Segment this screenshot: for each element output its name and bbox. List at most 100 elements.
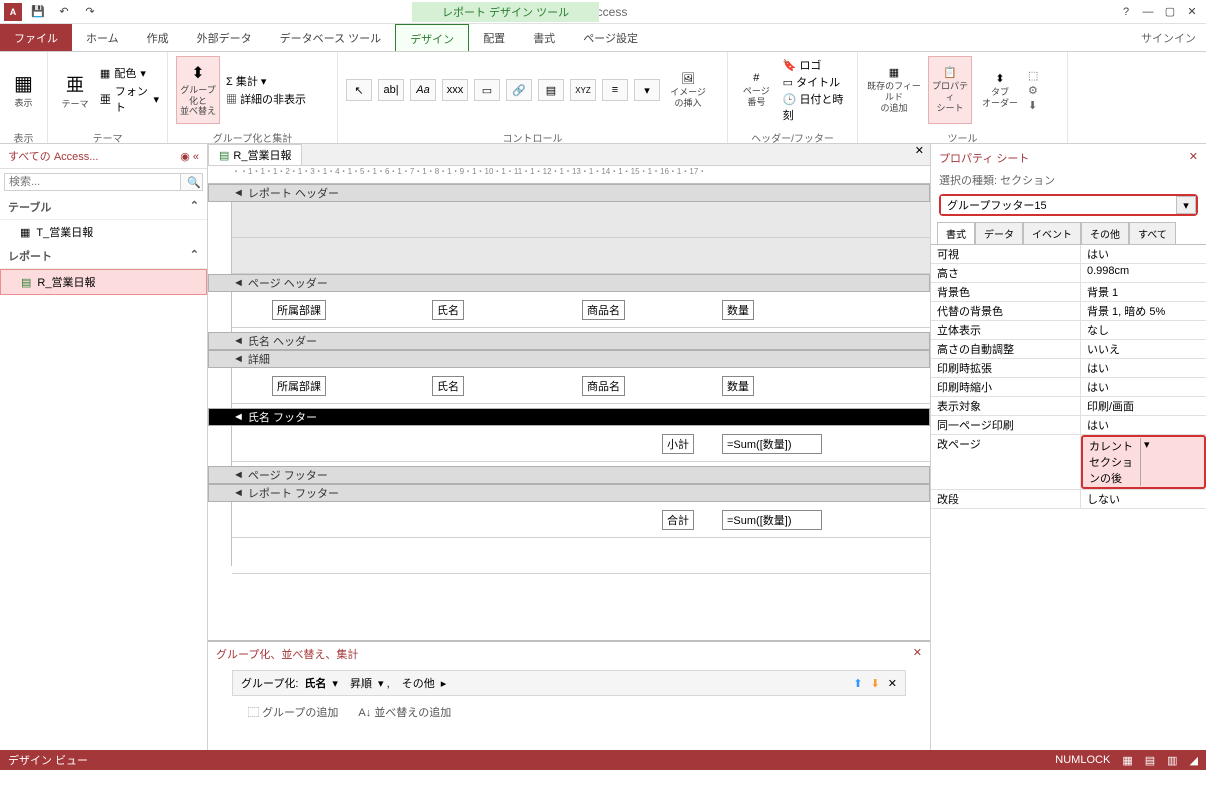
view-print-icon[interactable]: ▤ bbox=[1145, 754, 1155, 767]
convert-icon[interactable]: ⬇ bbox=[1028, 99, 1038, 112]
prop-tab-other[interactable]: その他 bbox=[1081, 222, 1129, 244]
detail-name[interactable]: 氏名 bbox=[432, 376, 464, 396]
property-row[interactable]: 同一ページ印刷はい bbox=[931, 416, 1206, 435]
combo-tool[interactable]: XYZ bbox=[570, 79, 596, 101]
totals-button[interactable]: Σ 集計 ▾ bbox=[226, 73, 306, 89]
list-tool[interactable]: ≡ bbox=[602, 79, 628, 101]
section-name-footer[interactable]: ◄ 氏名 フッター bbox=[208, 408, 930, 426]
field-name[interactable]: 氏名 bbox=[432, 300, 464, 320]
fonts-button[interactable]: 亜フォント ▾ bbox=[100, 83, 159, 115]
tab-external[interactable]: 外部データ bbox=[183, 24, 266, 51]
tab-home[interactable]: ホーム bbox=[72, 24, 133, 51]
property-object-input[interactable] bbox=[941, 196, 1176, 214]
nav-header[interactable]: すべての Access...◉ « bbox=[0, 144, 207, 169]
minimize-icon[interactable]: — bbox=[1138, 3, 1158, 21]
add-sort-button[interactable]: A↓ 並べ替えの追加 bbox=[358, 704, 451, 720]
report-design-surface[interactable]: ・・1・1・1・2・1・3・1・4・1・5・1・6・1・7・1・8・1・9・1・… bbox=[208, 166, 930, 640]
signin-link[interactable]: サインイン bbox=[1131, 24, 1206, 51]
nav-item-report[interactable]: ▤R_営業日報 bbox=[0, 269, 207, 295]
hide-details-button[interactable]: ▦ 詳細の非表示 bbox=[226, 91, 306, 107]
redo-icon[interactable]: ↷ bbox=[80, 3, 100, 21]
property-row[interactable]: 印刷時拡張はい bbox=[931, 359, 1206, 378]
section-report-header[interactable]: ◄ レポート ヘッダー bbox=[208, 184, 930, 202]
group-pane-close-icon[interactable]: ✕ bbox=[913, 646, 922, 662]
insert-image-button[interactable]: 🖼イメージ の挿入 bbox=[666, 56, 710, 124]
nav-group-tables[interactable]: テーブル⌃ bbox=[0, 195, 207, 220]
tab-file[interactable]: ファイル bbox=[0, 24, 72, 51]
search-input[interactable] bbox=[4, 173, 181, 191]
link-tool[interactable]: 🔗 bbox=[506, 79, 532, 101]
property-object-combo[interactable]: ▾ bbox=[939, 194, 1198, 216]
page-number-button[interactable]: #ページ 番号 bbox=[736, 56, 777, 124]
more-controls[interactable]: ▾ bbox=[634, 79, 660, 101]
nav-group-reports[interactable]: レポート⌃ bbox=[0, 244, 207, 269]
section-report-footer[interactable]: ◄ レポート フッター bbox=[208, 484, 930, 502]
expr-sum-total[interactable]: =Sum([数量]) bbox=[722, 510, 822, 530]
help-icon[interactable]: ? bbox=[1116, 3, 1136, 21]
tab-design[interactable]: デザイン bbox=[395, 24, 469, 51]
property-row[interactable]: 改段しない bbox=[931, 490, 1206, 509]
groupsort-button[interactable]: ⬍グループ化と 並べ替え bbox=[176, 56, 220, 124]
label-tool[interactable]: Aa bbox=[410, 79, 436, 101]
property-row[interactable]: 改ページカレント セクションの後▾ bbox=[931, 435, 1206, 490]
tab-dbtools[interactable]: データベース ツール bbox=[266, 24, 396, 51]
property-row[interactable]: 背景色背景 1 bbox=[931, 283, 1206, 302]
nav-item-table[interactable]: ▦T_営業日報 bbox=[0, 220, 207, 244]
detail-qty[interactable]: 数量 bbox=[722, 376, 754, 396]
move-down-icon[interactable]: ⬇ bbox=[871, 677, 880, 690]
save-icon[interactable]: 💾 bbox=[28, 3, 48, 21]
view-button[interactable]: ▦表示 bbox=[8, 56, 39, 124]
section-page-footer[interactable]: ◄ ページ フッター bbox=[208, 466, 930, 484]
document-tab[interactable]: ▤R_営業日報 bbox=[208, 144, 302, 165]
view-design-icon[interactable]: ◢ bbox=[1190, 754, 1198, 767]
button-tool[interactable]: xxx bbox=[442, 79, 468, 101]
textbox-tool[interactable]: ab| bbox=[378, 79, 404, 101]
datetime-button[interactable]: 🕒 日付と時刻 bbox=[783, 91, 849, 123]
field-qty[interactable]: 数量 bbox=[722, 300, 754, 320]
search-button[interactable]: 🔍 bbox=[181, 173, 203, 191]
tab-tool[interactable]: ▭ bbox=[474, 79, 500, 101]
property-close-icon[interactable]: ✕ bbox=[1189, 150, 1198, 166]
close-document-icon[interactable]: ✕ bbox=[909, 144, 930, 165]
detail-product[interactable]: 商品名 bbox=[582, 376, 625, 396]
maximize-icon[interactable]: ▢ bbox=[1160, 3, 1180, 21]
prop-tab-all[interactable]: すべて bbox=[1129, 222, 1176, 244]
property-row[interactable]: 高さ0.998cm bbox=[931, 264, 1206, 283]
add-fields-button[interactable]: ▦既存のフィールド の追加 bbox=[866, 56, 922, 124]
detail-dept[interactable]: 所属部課 bbox=[272, 376, 326, 396]
expr-sum-sub[interactable]: =Sum([数量]) bbox=[722, 434, 822, 454]
view-layout-icon[interactable]: ▥ bbox=[1167, 754, 1177, 767]
field-dept[interactable]: 所属部課 bbox=[272, 300, 326, 320]
nav-tool[interactable]: ▤ bbox=[538, 79, 564, 101]
property-row[interactable]: 代替の背景色背景 1, 暗め 5% bbox=[931, 302, 1206, 321]
tab-page[interactable]: ページ設定 bbox=[569, 24, 652, 51]
select-tool[interactable]: ↖ bbox=[346, 79, 372, 101]
label-total[interactable]: 合計 bbox=[662, 510, 694, 530]
property-row[interactable]: 可視はい bbox=[931, 245, 1206, 264]
subreport-icon[interactable]: ⬚ bbox=[1028, 69, 1038, 82]
section-detail[interactable]: ◄ 詳細 bbox=[208, 350, 930, 368]
undo-icon[interactable]: ↶ bbox=[54, 3, 74, 21]
property-row[interactable]: 立体表示なし bbox=[931, 321, 1206, 340]
field-product[interactable]: 商品名 bbox=[582, 300, 625, 320]
tab-order-button[interactable]: ⬍タブ オーダー bbox=[978, 56, 1022, 124]
prop-tab-data[interactable]: データ bbox=[975, 222, 1023, 244]
title-button[interactable]: ▭ タイトル bbox=[783, 74, 849, 90]
close-icon[interactable]: ✕ bbox=[1182, 3, 1202, 21]
logo-button[interactable]: 🔖 ロゴ bbox=[783, 57, 849, 73]
combo-dropdown-icon[interactable]: ▾ bbox=[1176, 196, 1196, 214]
section-name-header[interactable]: ◄ 氏名 ヘッダー bbox=[208, 332, 930, 350]
view-report-icon[interactable]: ▦ bbox=[1122, 754, 1132, 767]
section-page-header[interactable]: ◄ ページ ヘッダー bbox=[208, 274, 930, 292]
move-up-icon[interactable]: ⬆ bbox=[853, 677, 862, 690]
property-row[interactable]: 印刷時縮小はい bbox=[931, 378, 1206, 397]
tab-create[interactable]: 作成 bbox=[133, 24, 183, 51]
code-icon[interactable]: ⚙ bbox=[1028, 84, 1038, 97]
property-row[interactable]: 高さの自動調整いいえ bbox=[931, 340, 1206, 359]
theme-button[interactable]: 亜テーマ bbox=[56, 56, 94, 124]
property-row[interactable]: 表示対象印刷/画面 bbox=[931, 397, 1206, 416]
prop-tab-event[interactable]: イベント bbox=[1023, 222, 1081, 244]
delete-group-icon[interactable]: ✕ bbox=[888, 677, 897, 690]
colors-button[interactable]: ▦配色 ▾ bbox=[100, 65, 159, 81]
chevron-down-icon[interactable]: ◉ « bbox=[180, 150, 199, 163]
